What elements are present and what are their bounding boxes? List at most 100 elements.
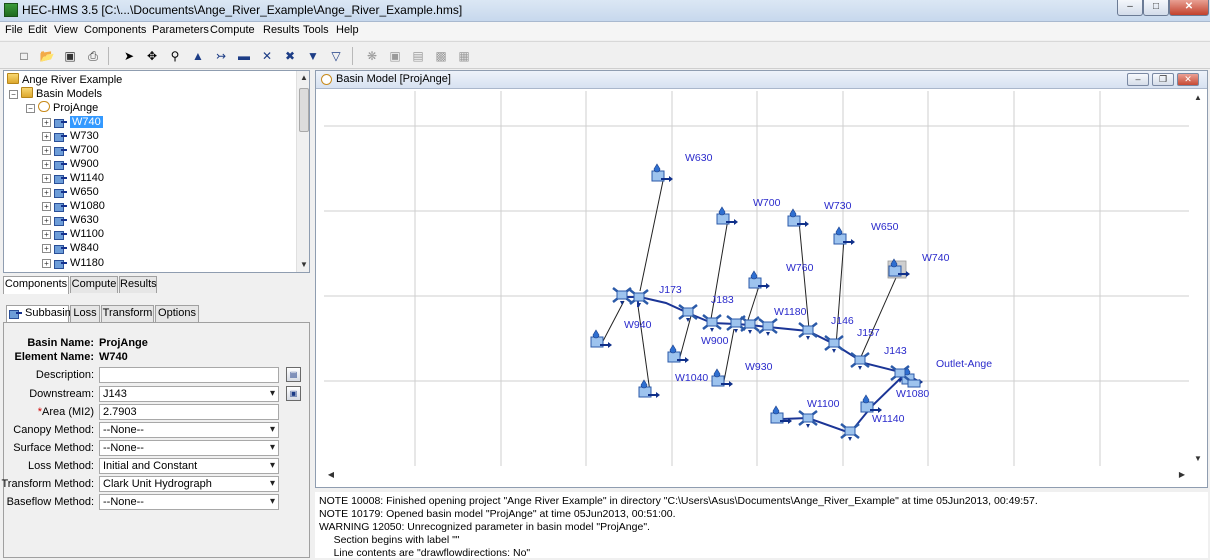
expand-icon[interactable]: + [42,216,51,225]
table-icon[interactable]: ▦ [456,48,472,64]
component-tree: Ange River Example − Basin Models − ProjAn… [3,70,310,273]
tab-subbasin[interactable]: Subbasin [6,305,71,323]
tree-element-W1180[interactable]: + W1180 [42,256,104,270]
menu-file[interactable]: File [5,24,23,36]
label-W900: W900 [701,335,729,347]
tab-results[interactable]: Results [119,276,157,293]
scroll-down-icon[interactable]: ▼ [297,258,309,272]
collapse-icon[interactable]: − [9,90,18,99]
scroll-up-icon[interactable]: ▲ [297,71,309,85]
close-button[interactable]: ✕ [1169,0,1209,16]
menu-results[interactable]: Results [263,24,300,36]
surface-method-label: Surface Method: [13,442,94,454]
inner-minimize-button[interactable]: – [1127,73,1149,86]
tree-element-W900[interactable]: + W900 [42,157,99,171]
basin-window-title: Basin Model [ProjAnge] [336,73,451,85]
menu-components[interactable]: Components [84,24,146,36]
tree-element-W1140[interactable]: + W1140 [42,171,104,185]
tab-loss[interactable]: Loss [70,305,100,322]
inner-restore-button[interactable]: ❐ [1152,73,1174,86]
scroll-up-icon[interactable]: ▲ [1191,91,1205,105]
tab-transform[interactable]: Transform [101,305,154,322]
reach-tool-icon[interactable]: ↣ [213,48,229,64]
reservoir-tool-icon[interactable]: ▬ [236,48,252,64]
expand-icon[interactable]: + [42,259,51,268]
scroll-left-icon[interactable]: ◀ [324,468,338,482]
subbasin-tool-icon[interactable]: ▲ [190,48,206,64]
expand-icon[interactable]: + [42,146,51,155]
collapse-icon[interactable]: − [26,104,35,113]
menu-tools[interactable]: Tools [303,24,329,36]
tab-options[interactable]: Options [155,305,199,322]
tree-element-label: W730 [70,130,99,142]
junction-tool-icon[interactable]: ✕ [259,48,275,64]
expand-icon[interactable]: + [42,230,51,239]
expand-icon[interactable]: + [42,188,51,197]
expand-icon[interactable]: + [42,132,51,141]
results-icon[interactable]: ▣ [387,48,403,64]
menu-parameters[interactable]: Parameters [152,24,209,36]
tree-element-W700[interactable]: + W700 [42,143,99,157]
tree-element-W650[interactable]: + W650 [42,185,99,199]
label-W760: W760 [786,262,814,274]
subbasin-icon [54,158,67,170]
open-folder-icon[interactable]: 📂 [39,48,55,64]
baseflow-method-select[interactable]: --None-- [99,494,279,510]
tree-root[interactable]: Ange River Example [7,73,122,87]
tree-element-W740[interactable]: + W740 [42,115,103,129]
tree-model[interactable]: − ProjAnge [26,101,98,115]
tree-root-label: Ange River Example [22,74,123,86]
canvas-horizontal-scrollbar[interactable]: ◀ ▶ [324,468,1189,482]
area-field[interactable]: 2.7903 [99,404,279,420]
arrow-select-icon[interactable]: ➤ [121,48,137,64]
basin-model-window: Basin Model [ProjAnge] – ❐ ✕ W630 W700 W… [315,70,1208,488]
save-icon[interactable]: ▣ [62,48,78,64]
inner-close-button[interactable]: ✕ [1177,73,1199,86]
menu-help[interactable]: Help [336,24,359,36]
sink-tool-icon[interactable]: ▽ [328,48,344,64]
menu-view[interactable]: View [54,24,78,36]
canopy-method-select[interactable]: --None-- [99,422,279,438]
subbasin-icon [54,200,67,212]
compute-icon[interactable]: ❋ [364,48,380,64]
tab-components[interactable]: Components [3,276,69,294]
tree-element-W1100[interactable]: + W1100 [42,227,104,241]
maximize-button[interactable]: □ [1143,0,1169,16]
downstream-select[interactable]: J143 [99,386,279,402]
tab-compute[interactable]: Compute [70,276,118,293]
scroll-right-icon[interactable]: ▶ [1175,468,1189,482]
expand-icon[interactable]: + [42,160,51,169]
transform-method-select[interactable]: Clark Unit Hydrograph [99,476,279,492]
tree-element-W1080[interactable]: + W1080 [42,199,105,213]
source-tool-icon[interactable]: ▼ [305,48,321,64]
tree-element-W630[interactable]: + W630 [42,213,99,227]
move-icon[interactable]: ✥ [144,48,160,64]
label-W730: W730 [824,200,852,212]
tree-basin-models[interactable]: − Basin Models [9,87,102,101]
surface-method-select[interactable]: --None-- [99,440,279,456]
minimize-button[interactable]: – [1117,0,1143,16]
expand-icon[interactable]: + [42,244,51,253]
scroll-thumb[interactable] [299,88,309,132]
expand-icon[interactable]: + [42,174,51,183]
graph-icon[interactable]: ▤ [410,48,426,64]
new-file-icon[interactable]: □ [16,48,32,64]
scroll-down-icon[interactable]: ▼ [1191,452,1205,466]
basin-map-canvas[interactable]: W630 W700 W730 W650 W740 W760 J173 J183 … [324,91,1189,466]
zoom-icon[interactable]: ⚲ [167,48,183,64]
summary-icon[interactable]: ▩ [433,48,449,64]
menu-edit[interactable]: Edit [28,24,47,36]
tree-scrollbar[interactable]: ▲ ▼ [296,71,309,272]
tree-element-W840[interactable]: + W840 [42,241,99,255]
diversion-tool-icon[interactable]: ✖ [282,48,298,64]
downstream-save-button[interactable]: ▣ [286,386,301,401]
menu-compute[interactable]: Compute [210,24,255,36]
tree-element-W730[interactable]: + W730 [42,129,99,143]
canvas-vertical-scrollbar[interactable]: ▲ ▼ [1191,91,1205,466]
expand-icon[interactable]: + [42,202,51,211]
print-icon[interactable]: ⎙ [85,48,101,64]
description-editor-button[interactable]: ▤ [286,367,301,382]
description-field[interactable] [99,367,279,383]
expand-icon[interactable]: + [42,118,51,127]
loss-method-select[interactable]: Initial and Constant [99,458,279,474]
